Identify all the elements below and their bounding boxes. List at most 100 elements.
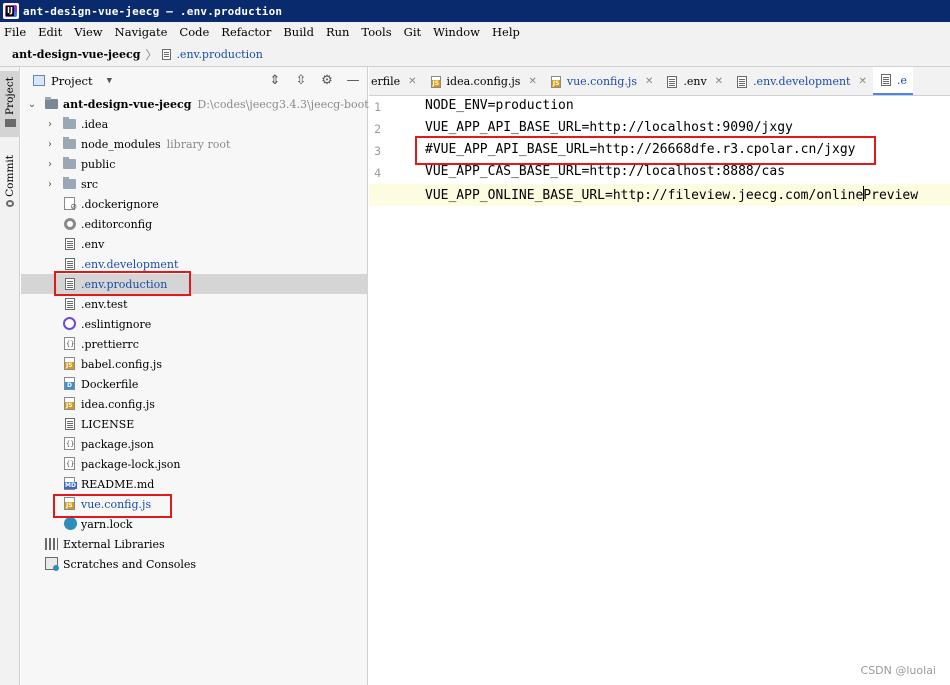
line-number: 1 [374,100,381,114]
menu-window[interactable]: Window [433,25,480,39]
line-number: 2 [374,122,381,136]
project-panel: Project ▼ ⇕ ⇳ ⚙ — ⌄ ant-design-vue-jeecg… [21,67,369,685]
chevron-right-icon[interactable]: › [45,139,55,150]
menu-help[interactable]: Help [492,25,520,39]
chevron-right-icon[interactable]: › [45,159,55,170]
text-file-icon [65,278,75,290]
tree-item-prettierrc[interactable]: .prettierrc [21,334,368,354]
tree-item-readme[interactable]: README.md [21,474,368,494]
tree-item-env-production[interactable]: .env.production [21,274,368,294]
menu-navigate[interactable]: Navigate [115,25,168,39]
menu-bar: File Edit View Navigate Code Refactor Bu… [0,22,950,42]
menu-code[interactable]: Code [179,25,209,39]
tree-item-env-test[interactable]: .env.test [21,294,368,314]
code-line[interactable]: #VUE_APP_API_BASE_URL=http://26668dfe.r3… [425,142,855,157]
project-view-selector[interactable]: Project [51,74,93,88]
line-number: 3 [374,144,381,158]
tree-item-node-modules[interactable]: › node_modules library root [21,134,368,154]
close-icon[interactable]: ✕ [858,76,866,87]
menu-build[interactable]: Build [283,25,314,39]
menu-file[interactable]: File [4,25,26,39]
code-line[interactable]: VUE_APP_API_BASE_URL=http://localhost:90… [425,120,793,135]
menu-git[interactable]: Git [404,25,422,39]
tab-env-production[interactable]: .e [872,67,913,95]
tab-env[interactable]: .env ✕ [659,67,729,95]
yarn-icon [64,517,77,530]
close-icon[interactable]: ✕ [645,76,653,87]
code-editor[interactable]: NODE_ENV=production VUE_APP_API_BASE_URL… [369,96,950,685]
hide-panel-icon[interactable]: — [345,72,361,88]
eslint-icon [63,317,76,330]
scratches-icon [45,557,59,571]
menu-edit[interactable]: Edit [38,25,62,39]
folder-icon [63,117,76,129]
project-view-icon [33,75,45,86]
close-icon[interactable]: ✕ [715,76,723,87]
markdown-file-icon [64,477,77,490]
close-icon[interactable]: ✕ [528,76,536,87]
chevron-right-icon[interactable]: › [45,119,55,130]
tree-item-env-development[interactable]: .env.development [21,254,368,274]
editor-tab-bar: erfile ✕ idea.config.js ✕ vue.config.js … [369,67,950,96]
menu-refactor[interactable]: Refactor [221,25,271,39]
tree-item-env[interactable]: .env [21,234,368,254]
tab-vue-config[interactable]: vue.config.js ✕ [543,67,660,95]
close-icon[interactable]: ✕ [408,76,416,87]
code-line[interactable]: VUE_APP_ONLINE_BASE_URL=http://fileview.… [425,186,918,203]
library-icon [45,538,58,550]
tree-item-editorconfig[interactable]: .editorconfig [21,214,368,234]
tool-tab-project[interactable]: Project [0,71,20,137]
tree-item-yarn-lock[interactable]: yarn.lock [21,514,368,534]
tree-item-dockerfile[interactable]: Dockerfile [21,374,368,394]
tree-item-src[interactable]: › src [21,174,368,194]
chevron-down-icon[interactable]: ⌄ [27,99,37,110]
breadcrumb-project[interactable]: ant-design-vue-jeecg [12,48,140,61]
tree-item-public[interactable]: › public [21,154,368,174]
config-file-icon [64,337,75,350]
tree-item-idea-config[interactable]: idea.config.js [21,394,368,414]
docker-file-icon [64,377,75,390]
tab-env-development[interactable]: .env.development ✕ [729,67,873,95]
tree-root[interactable]: ⌄ ant-design-vue-jeecg D:\codes\jeecg3.4.… [21,94,369,114]
javascript-file-icon [64,397,75,410]
chevron-down-icon[interactable]: ▼ [107,76,112,86]
tab-idea-config[interactable]: idea.config.js ✕ [423,67,543,95]
chevron-right-icon[interactable]: › [45,179,55,190]
tree-item-package-lock-json[interactable]: package-lock.json [21,454,368,474]
commit-icon [6,199,14,207]
tree-item-dockerignore[interactable]: .dockerignore [21,194,368,214]
tool-tab-project-label: Project [4,77,16,115]
menu-run[interactable]: Run [326,25,349,39]
gear-icon[interactable]: ⚙ [319,72,335,88]
code-line[interactable]: VUE_APP_CAS_BASE_URL=http://localhost:88… [425,164,785,179]
folder-icon [63,157,76,169]
tree-item-babel-config[interactable]: babel.config.js [21,354,368,374]
intellij-app-icon [3,3,19,19]
tree-item-idea[interactable]: › .idea [21,114,368,134]
code-line[interactable]: NODE_ENV=production [425,98,574,113]
ignore-file-icon [64,197,77,211]
text-file-icon [162,48,172,60]
tree-item-eslintignore[interactable]: .eslintignore [21,314,368,334]
tree-item-external-libraries[interactable]: External Libraries [21,534,368,554]
tree-item-vue-config[interactable]: vue.config.js [21,494,368,514]
json-file-icon [64,437,75,450]
menu-tools[interactable]: Tools [361,25,391,39]
tree-item-license[interactable]: LICENSE [21,414,368,434]
folder-icon [45,97,58,109]
tree-root-path: D:\codes\jeecg3.4.3\jeecg-boot [197,97,369,111]
line-number: 4 [374,166,381,180]
editor-pane: erfile ✕ idea.config.js ✕ vue.config.js … [369,67,950,685]
tab-dockerfile[interactable]: erfile ✕ [369,67,423,95]
menu-view[interactable]: View [74,25,102,39]
tree-root-name: ant-design-vue-jeecg [63,97,192,111]
title-bar: ant-design-vue-jeecg – .env.production [0,0,950,22]
tool-tab-commit[interactable]: Commit [0,151,20,207]
breadcrumb-file[interactable]: .env.production [176,48,262,61]
folder-icon [63,137,76,149]
tree-item-scratches[interactable]: Scratches and Consoles [21,554,368,574]
collapse-all-icon[interactable]: ⇳ [293,72,309,88]
expand-all-icon[interactable]: ⇕ [267,72,283,88]
tree-item-package-json[interactable]: package.json [21,434,368,454]
library-root-hint: library root [166,137,231,151]
